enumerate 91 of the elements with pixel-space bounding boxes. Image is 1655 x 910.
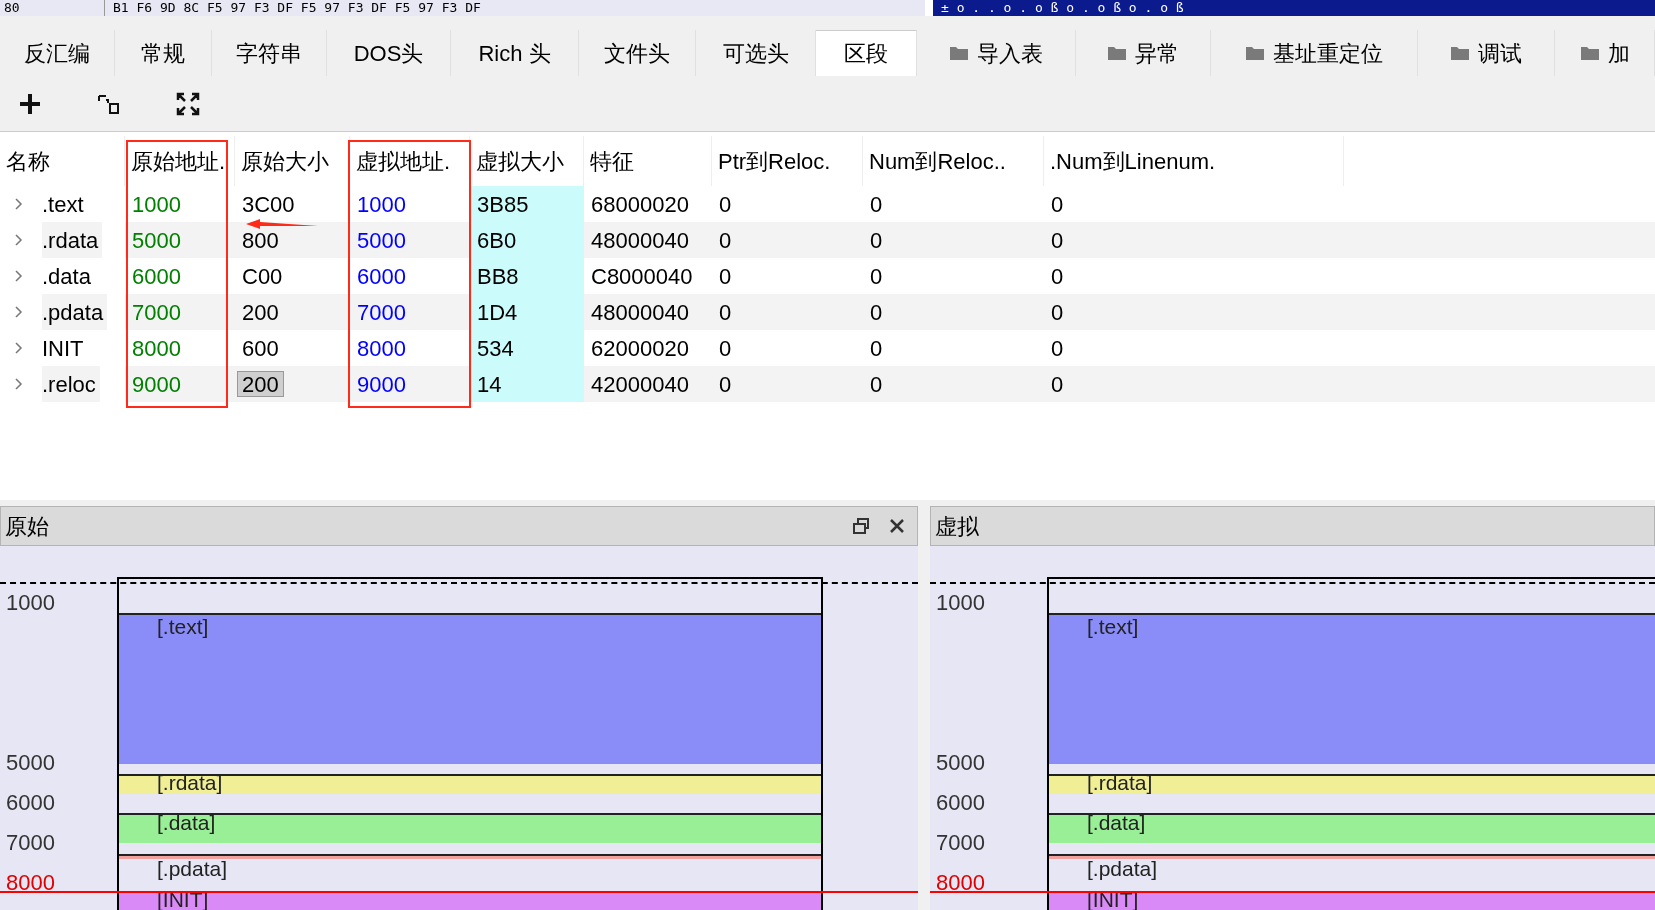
table-cell-text: 8000: [131, 335, 182, 361]
table-cell-text: 48000040: [590, 227, 690, 253]
section-label: [.pdata]: [157, 858, 228, 880]
plus-icon[interactable]: [18, 91, 42, 116]
table-cell-text: 0: [869, 227, 884, 253]
table-cell-text: BB8: [476, 263, 520, 289]
table-cell-text: 62000020: [590, 335, 690, 361]
table-cell-text: C00: [241, 263, 284, 289]
table-cell-text: 0: [718, 191, 733, 217]
table-cell-text: 6000: [356, 263, 407, 289]
tab-label: Rich 头: [478, 39, 551, 68]
table-cell-text: 0: [1050, 335, 1065, 361]
tab-label: 可选头: [722, 39, 789, 68]
table-cell-text: 1D4: [476, 299, 519, 325]
address-tick: 6000: [6, 790, 55, 816]
table-cell-text: 5000: [131, 227, 182, 253]
table-cell-text: 0: [869, 371, 884, 397]
section-label: [.pdata]: [1087, 858, 1158, 880]
address-tick: 7000: [6, 830, 55, 856]
table-cell-text: 1000: [131, 191, 182, 217]
table-cell-text: 0: [1050, 371, 1065, 397]
ascii-row: ± o . . o . o ß o . o ß o . o ß: [933, 0, 1655, 16]
restore-icon[interactable]: [853, 518, 869, 534]
table-cell-text: 0: [718, 299, 733, 325]
table-cell-text: 6000: [131, 263, 182, 289]
address-tick: 5000: [6, 750, 55, 776]
table-cell-text: 0: [869, 191, 884, 217]
address-tick: 8000: [6, 870, 55, 896]
address-tick: 5000: [936, 750, 985, 776]
table-cell-text: 5000: [356, 227, 407, 253]
table-cell-text: 9000: [356, 371, 407, 397]
table-cell-text: 6B0: [476, 227, 518, 253]
table-cell-text: 0: [869, 299, 884, 325]
section-label: [.data]: [1087, 812, 1146, 834]
section-label: [.text]: [157, 616, 209, 638]
table-cell-text: 0: [1050, 191, 1065, 217]
table-cell-text: 1000: [356, 191, 407, 217]
table-cell-text: C8000040: [590, 263, 694, 289]
table-cell-text: 0: [1050, 263, 1065, 289]
table-cell-text: 0: [718, 371, 733, 397]
tab[interactable]: 区段: [816, 30, 917, 76]
section-name: .reloc: [42, 366, 100, 402]
table-cell-text: 8000: [356, 335, 407, 361]
table-cell-text: 68000020: [590, 191, 690, 217]
tab-label: 异常: [1135, 39, 1179, 68]
table-cell-text: 0: [718, 335, 733, 361]
tab-label: 导入表: [977, 39, 1043, 68]
expand-icon[interactable]: [176, 91, 200, 116]
table-cell-text: 800: [241, 227, 280, 253]
address-tick: 1000: [6, 590, 55, 616]
table-cell-text: 3C00: [241, 191, 296, 217]
table-cell-text: 3B85: [476, 191, 530, 217]
section-label: [.rdata]: [1087, 772, 1153, 794]
table-cell-text: 600: [241, 335, 280, 361]
panel-title: 原始: [5, 512, 50, 541]
tab-label: 调试: [1478, 39, 1522, 68]
table-cell-text: 0: [718, 263, 733, 289]
table-cell-text: 7000: [356, 299, 407, 325]
hex-bytes: B1 F6 9D 8C F5 97 F3 DF F5 97 F3 DF F5 97 F3 DF: [112, 0, 481, 16]
section-label: [.rdata]: [157, 772, 223, 794]
table-cell-text: 0: [718, 227, 733, 253]
panel-title: 虚拟: [935, 512, 980, 541]
tab-label: 常规: [141, 39, 185, 68]
tab-label: 加: [1607, 39, 1630, 68]
table-cell-text: 0: [1050, 299, 1065, 325]
section-label: [.data]: [157, 812, 216, 834]
table-cell-text: 0: [1050, 227, 1065, 253]
table-cell-text: 9000: [131, 371, 182, 397]
tab-label: 文件头: [604, 39, 670, 68]
table-cell: 200: [237, 371, 284, 397]
tab-label: DOS头: [353, 39, 424, 68]
address-tick: 6000: [936, 790, 985, 816]
table-cell-text: 48000040: [590, 299, 690, 325]
tab-label: 区段: [844, 40, 888, 68]
section-name: .rdata: [42, 222, 103, 258]
table-cell-text: 0: [869, 335, 884, 361]
table-cell-text: 534: [476, 335, 515, 361]
address-tick: 1000: [936, 590, 985, 616]
section-label: [.text]: [1087, 616, 1139, 638]
section-name: .pdata: [42, 294, 108, 330]
table-cell-text: 14: [476, 371, 503, 397]
address-tick: 8000: [936, 870, 985, 896]
table-cell-text: 7000: [131, 299, 182, 325]
tab-label: 字符串: [236, 39, 302, 68]
close-icon[interactable]: [889, 518, 905, 534]
tab-label: 反汇编: [24, 39, 90, 68]
table-cell-text: 0: [869, 263, 884, 289]
tab-label: 基址重定位: [1273, 39, 1383, 68]
address-tick: 7000: [936, 830, 985, 856]
table-cell-text: 200: [241, 299, 280, 325]
table-cell-text: 42000040: [590, 371, 690, 397]
